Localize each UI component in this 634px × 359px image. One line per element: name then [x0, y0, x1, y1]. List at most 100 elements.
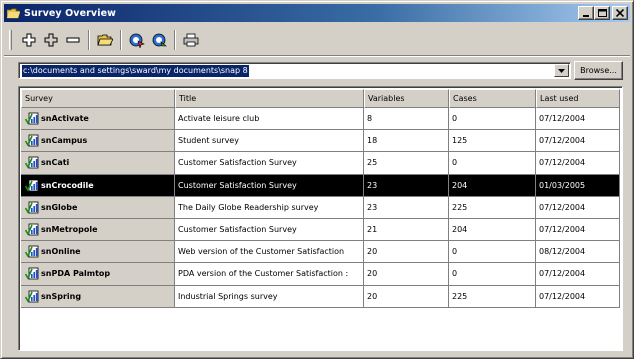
title-cell[interactable]: Industrial Springs survey: [175, 285, 364, 308]
title-cell[interactable]: Customer Satisfaction Survey: [175, 218, 364, 242]
column-header-survey[interactable]: Survey: [21, 89, 175, 108]
survey-name-cell[interactable]: snCrocodile: [21, 174, 175, 197]
maximize-button[interactable]: [594, 6, 610, 20]
table-header: Survey Title Variables Cases Last used: [21, 89, 620, 108]
survey-name: snOnline: [41, 247, 81, 257]
close-button[interactable]: [612, 6, 628, 20]
survey-name-cell[interactable]: snGlobe: [21, 196, 175, 219]
variables-cell[interactable]: 20: [364, 263, 449, 286]
cases-cell[interactable]: 225: [449, 196, 536, 219]
survey-refresh-button[interactable]: [148, 29, 170, 51]
combo-dropdown-button[interactable]: [554, 64, 569, 77]
survey-icon: [25, 157, 39, 170]
survey-table: Survey Title Variables Cases Last used s…: [21, 89, 620, 308]
survey-name-cell[interactable]: snSpring: [21, 285, 175, 308]
variables-cell[interactable]: 25: [364, 152, 449, 175]
column-header-variables[interactable]: Variables: [364, 89, 449, 108]
title-cell[interactable]: The Daily Globe Readership survey: [175, 196, 364, 219]
last-used-cell[interactable]: 07/12/2004: [536, 218, 620, 242]
variables-cell[interactable]: 21: [364, 218, 449, 242]
cases-cell[interactable]: 0: [449, 263, 536, 286]
toolbar-separator: [88, 30, 90, 50]
cases-cell[interactable]: 0: [449, 108, 536, 131]
toolbar-separator: [174, 30, 176, 50]
folder-icon: [7, 8, 20, 18]
table-row[interactable]: snGlobe The Daily Globe Readership surve…: [21, 196, 620, 219]
survey-name: snMetropole: [41, 225, 98, 235]
survey-icon: [25, 223, 39, 236]
table-row[interactable]: snOnline Web version of the Customer Sat…: [21, 241, 620, 264]
toolbar-grip[interactable]: [9, 30, 12, 50]
last-used-cell[interactable]: 07/12/2004: [536, 285, 620, 308]
variables-cell[interactable]: 20: [364, 285, 449, 308]
remove-button[interactable]: [62, 29, 84, 51]
survey-name: snCampus: [41, 136, 88, 146]
minimize-button[interactable]: [578, 6, 594, 20]
table-row[interactable]: snSpring Industrial Springs survey 20 22…: [21, 285, 620, 308]
print-button[interactable]: [180, 29, 202, 51]
survey-icon: [25, 134, 39, 147]
cases-cell[interactable]: 204: [449, 218, 536, 242]
table-row[interactable]: snActivate Activate leisure club 8 0 07/…: [21, 108, 620, 131]
remove-icon: [66, 37, 80, 43]
cases-cell[interactable]: 0: [449, 241, 536, 264]
survey-list[interactable]: Survey Title Variables Cases Last used s…: [18, 86, 623, 351]
survey-run-button[interactable]: [126, 29, 148, 51]
column-header-title[interactable]: Title: [175, 89, 364, 108]
title-cell[interactable]: Activate leisure club: [175, 108, 364, 131]
open-button[interactable]: [94, 29, 116, 51]
column-header-cases[interactable]: Cases: [449, 89, 536, 108]
title-cell[interactable]: Customer Satisfaction Survey: [175, 152, 364, 175]
last-used-cell[interactable]: 07/12/2004: [536, 130, 620, 153]
last-used-cell[interactable]: 01/03/2005: [536, 174, 620, 197]
table-row[interactable]: snMetropole Customer Satisfaction Survey…: [21, 218, 620, 242]
survey-icon: [25, 112, 39, 125]
survey-name-cell[interactable]: snCati: [21, 152, 175, 175]
title-cell[interactable]: Customer Satisfaction Survey: [175, 174, 364, 197]
table-row[interactable]: snCrocodile Customer Satisfaction Survey…: [21, 174, 620, 197]
title-cell[interactable]: Web version of the Customer Satisfaction: [175, 241, 364, 264]
survey-folder-combo[interactable]: c:\documents and settings\sward\my docum…: [18, 62, 571, 79]
title-cell[interactable]: Student survey: [175, 130, 364, 153]
variables-cell[interactable]: 18: [364, 130, 449, 153]
table-row[interactable]: snPDA Palmtop PDA version of the Custome…: [21, 263, 620, 286]
add-icon: [22, 33, 36, 47]
browse-button[interactable]: Browse...: [574, 61, 623, 80]
table-row[interactable]: snCampus Student survey 18 125 07/12/200…: [21, 130, 620, 153]
survey-name-cell[interactable]: snOnline: [21, 241, 175, 264]
variables-cell[interactable]: 8: [364, 108, 449, 131]
last-used-cell[interactable]: 08/12/2004: [536, 241, 620, 264]
column-header-last-used[interactable]: Last used: [536, 89, 620, 108]
table-row[interactable]: snCati Customer Satisfaction Survey 25 0…: [21, 152, 620, 175]
survey-icon: [25, 179, 39, 192]
cases-cell[interactable]: 204: [449, 174, 536, 197]
survey-overview-window: Survey Overview c:\documents and setting…: [0, 0, 634, 359]
survey-name: snCrocodile: [41, 180, 94, 190]
variables-cell[interactable]: 20: [364, 241, 449, 264]
last-used-cell[interactable]: 07/12/2004: [536, 196, 620, 219]
add-outline-icon: [44, 33, 58, 47]
toolbar: [9, 28, 202, 52]
last-used-cell[interactable]: 07/12/2004: [536, 263, 620, 286]
variables-cell[interactable]: 23: [364, 196, 449, 219]
survey-name-cell[interactable]: snCampus: [21, 130, 175, 153]
variables-cell[interactable]: 23: [364, 174, 449, 197]
survey-name-cell[interactable]: snActivate: [21, 108, 175, 131]
last-used-cell[interactable]: 07/12/2004: [536, 108, 620, 131]
add-outline-button[interactable]: [40, 29, 62, 51]
last-used-cell[interactable]: 07/12/2004: [536, 152, 620, 175]
survey-name: snSpring: [41, 291, 82, 301]
title-bar[interactable]: Survey Overview: [4, 4, 630, 22]
survey-icon: [25, 268, 39, 281]
survey-icon: [25, 245, 39, 258]
survey-folder-path[interactable]: c:\documents and settings\sward\my docum…: [22, 65, 249, 77]
title-cell[interactable]: PDA version of the Customer Satisfaction…: [175, 263, 364, 286]
cases-cell[interactable]: 225: [449, 285, 536, 308]
add-button[interactable]: [18, 29, 40, 51]
survey-name-cell[interactable]: snPDA Palmtop: [21, 263, 175, 286]
survey-name-cell[interactable]: snMetropole: [21, 218, 175, 242]
toolbar-divider: [4, 55, 630, 57]
cases-cell[interactable]: 0: [449, 152, 536, 175]
survey-refresh-icon: [152, 33, 167, 47]
cases-cell[interactable]: 125: [449, 130, 536, 153]
